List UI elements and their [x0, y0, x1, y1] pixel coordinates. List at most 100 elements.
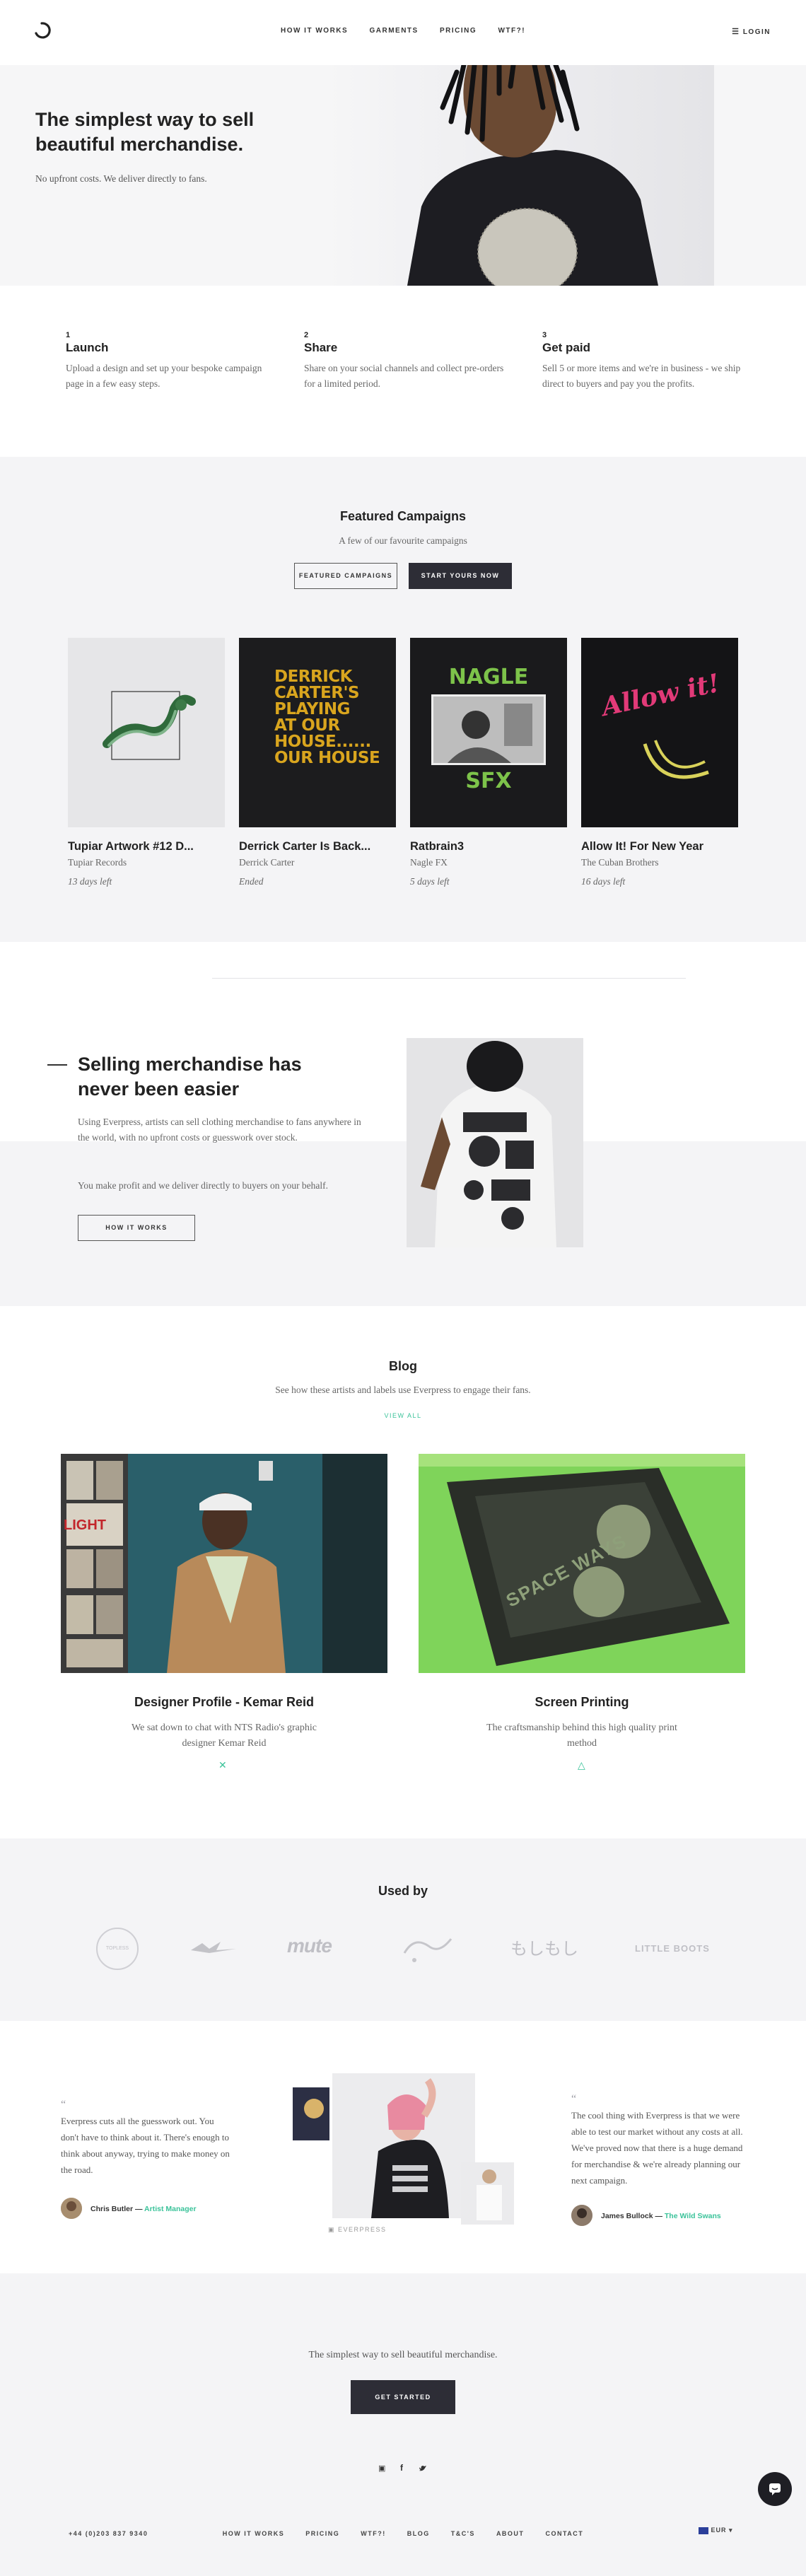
campaign-title[interactable]: Tupiar Artwork #12 D...	[68, 840, 225, 853]
blog-post-desc: We sat down to chat with NTS Radio's gra…	[132, 1723, 317, 1749]
how-it-works-button[interactable]: HOW IT WORKS	[78, 1215, 195, 1241]
campaign-image: Allow it!	[581, 638, 738, 827]
blog-post-desc: The craftsmanship behind this high quali…	[486, 1723, 677, 1749]
campaign-artist: The Cuban Brothers	[581, 857, 659, 868]
facebook-icon[interactable]: f	[400, 2463, 403, 2473]
twitter-icon[interactable]	[419, 2465, 427, 2472]
triangle-icon: △	[578, 1759, 585, 1771]
art-line: PLAYING	[274, 700, 350, 718]
hero-subtitle: No upfront costs. We deliver directly to…	[35, 173, 207, 184]
currency-selector[interactable]: EUR ▾	[699, 2527, 733, 2534]
footer-link-pricing[interactable]: PRICING	[305, 2530, 339, 2537]
used-by-section: Used by TOPLESS mute もしもし LITTLE BOOTS	[0, 1838, 806, 2021]
footer-links: HOW IT WORKS PRICING WTF?! BLOG T&C'S AB…	[0, 2530, 806, 2537]
client-logo: LITTLE BOOTS	[635, 1943, 710, 1954]
main-nav: HOW IT WORKS GARMENTS PRICING WTF?!	[0, 27, 806, 35]
campaign-title[interactable]: Ratbrain3	[410, 840, 567, 853]
nav-pricing[interactable]: PRICING	[440, 27, 477, 35]
featured-title: Featured Campaigns	[339, 509, 467, 523]
step-title: Launch	[66, 341, 109, 354]
instagram-icon: ▣	[328, 2226, 336, 2233]
campaign-artist: Derrick Carter	[239, 857, 295, 868]
art-line: HOUSE......	[274, 733, 371, 751]
nav-how-it-works[interactable]: HOW IT WORKS	[281, 27, 348, 35]
campaign-image	[68, 638, 225, 827]
campaign-title[interactable]: Derrick Carter Is Back...	[239, 840, 396, 853]
campaign-time-left: 16 days left	[581, 876, 626, 887]
author-name: James Bullock	[601, 2212, 653, 2220]
footer-link-tcs[interactable]: T&C'S	[451, 2530, 475, 2537]
client-logo-swirl	[403, 1938, 452, 1962]
chevron-down-icon: ▾	[729, 2527, 733, 2534]
testimonial-quote: The cool thing with Everpress is that we…	[571, 2110, 743, 2186]
footer-link-about[interactable]: ABOUT	[496, 2530, 525, 2537]
testimonial-author: James Bullock — The Wild Swans	[601, 2212, 721, 2220]
footer-link-blog[interactable]: BLOG	[407, 2530, 430, 2537]
blog-post-image[interactable]: SPACE WAYS	[419, 1454, 745, 1673]
blog-view-all-link[interactable]: VIEW ALL	[0, 1412, 806, 1419]
art-neon-text: Allow it!	[599, 668, 723, 723]
used-by-title: Used by	[378, 1884, 428, 1898]
blog-subtitle: See how these artists and labels use Eve…	[275, 1385, 531, 1395]
instagram-icon[interactable]: ▣	[378, 2464, 385, 2473]
art-bottom-text: SFX	[465, 769, 512, 793]
blog-post-title[interactable]: Designer Profile - Kemar Reid	[61, 1695, 387, 1710]
campaign-time-left: 5 days left	[410, 876, 450, 887]
selling-paragraph-2: You make profit and we deliver directly …	[78, 1180, 329, 1191]
nav-wtf[interactable]: WTF?!	[498, 27, 525, 35]
author-name: Chris Butler	[90, 2205, 134, 2213]
footer-link-how-it-works[interactable]: HOW IT WORKS	[223, 2530, 285, 2537]
author-role[interactable]: Artist Manager	[144, 2205, 197, 2213]
instagram-tag[interactable]: ▣ EVERPRESS	[328, 2226, 387, 2234]
step-text: Share on your social channels and collec…	[304, 363, 504, 389]
art-line: OUR HOUSE	[274, 749, 380, 767]
quote-mark-icon: “	[61, 2099, 66, 2111]
client-logo: TOPLESS	[96, 1928, 139, 1970]
campaign-title[interactable]: Allow It! For New Year	[581, 840, 738, 853]
blog-post-image[interactable]: LIGHT	[61, 1454, 387, 1673]
step-title: Get paid	[542, 341, 591, 354]
poster-text: LIGHT	[64, 1517, 106, 1533]
featured-campaigns-button[interactable]: FEATURED CAMPAIGNS	[294, 563, 397, 589]
art-line: DERRICK	[274, 668, 352, 686]
avatar	[571, 2205, 592, 2226]
client-logo-bird	[191, 1942, 236, 1953]
art-line: CARTER'S	[274, 684, 360, 702]
login-link[interactable]: ☰ LOGIN	[732, 27, 771, 36]
nav-garments[interactable]: GARMENTS	[369, 27, 418, 35]
campaign-time-left: 13 days left	[68, 876, 112, 887]
currency-label: EUR	[711, 2527, 727, 2534]
campaign-card[interactable]: Allow it! Allow It! For New Year The Cub…	[581, 638, 738, 887]
campaign-card[interactable]: Tupiar Artwork #12 D... Tupiar Records 1…	[68, 638, 225, 887]
author-role[interactable]: The Wild Swans	[665, 2212, 721, 2220]
selling-photo	[407, 1038, 583, 1247]
campaign-card[interactable]: DERRICK CARTER'S PLAYING AT OUR HOUSE...…	[239, 638, 396, 887]
footer-link-contact[interactable]: CONTACT	[545, 2530, 583, 2537]
cta-text: The simplest way to sell beautiful merch…	[308, 2350, 498, 2360]
avatar	[61, 2198, 82, 2219]
step-number: 1	[66, 331, 71, 339]
step-number: 2	[304, 331, 309, 339]
get-started-button[interactable]: GET STARTED	[351, 2380, 455, 2414]
campaign-image: NAGLE SFX	[410, 638, 567, 827]
start-yours-button[interactable]: START YOURS NOW	[409, 563, 512, 589]
quote-mark-icon: “	[571, 2093, 577, 2105]
campaign-card[interactable]: NAGLE SFX Ratbrain3 Nagle FX 5 days left	[410, 638, 567, 887]
chat-icon	[769, 2483, 781, 2495]
client-logo: mute	[287, 1935, 332, 1957]
testimonial-author: Chris Butler — Artist Manager	[90, 2205, 197, 2213]
chat-button[interactable]	[758, 2472, 792, 2506]
menu-icon: ☰	[732, 28, 740, 36]
blog-post-title[interactable]: Screen Printing	[419, 1695, 745, 1710]
step-get-paid: 3 Get paid Sell 5 or more items and we'r…	[542, 331, 747, 392]
campaign-time-left: Ended	[239, 876, 264, 887]
footer-link-wtf[interactable]: WTF?!	[361, 2530, 385, 2537]
testimonial-quote: Everpress cuts all the guesswork out. Yo…	[61, 2116, 230, 2175]
hero-section: The simplest way to sell beautiful merch…	[0, 65, 806, 286]
gallery-photo-main	[332, 2073, 475, 2218]
campaign-artist: Tupiar Records	[68, 857, 127, 868]
selling-title: Selling merchandise has never been easie…	[78, 1054, 302, 1100]
step-text: Upload a design and set up your bespoke …	[66, 363, 262, 389]
login-label: LOGIN	[742, 28, 771, 36]
client-logo: もしもし	[510, 1940, 578, 1959]
